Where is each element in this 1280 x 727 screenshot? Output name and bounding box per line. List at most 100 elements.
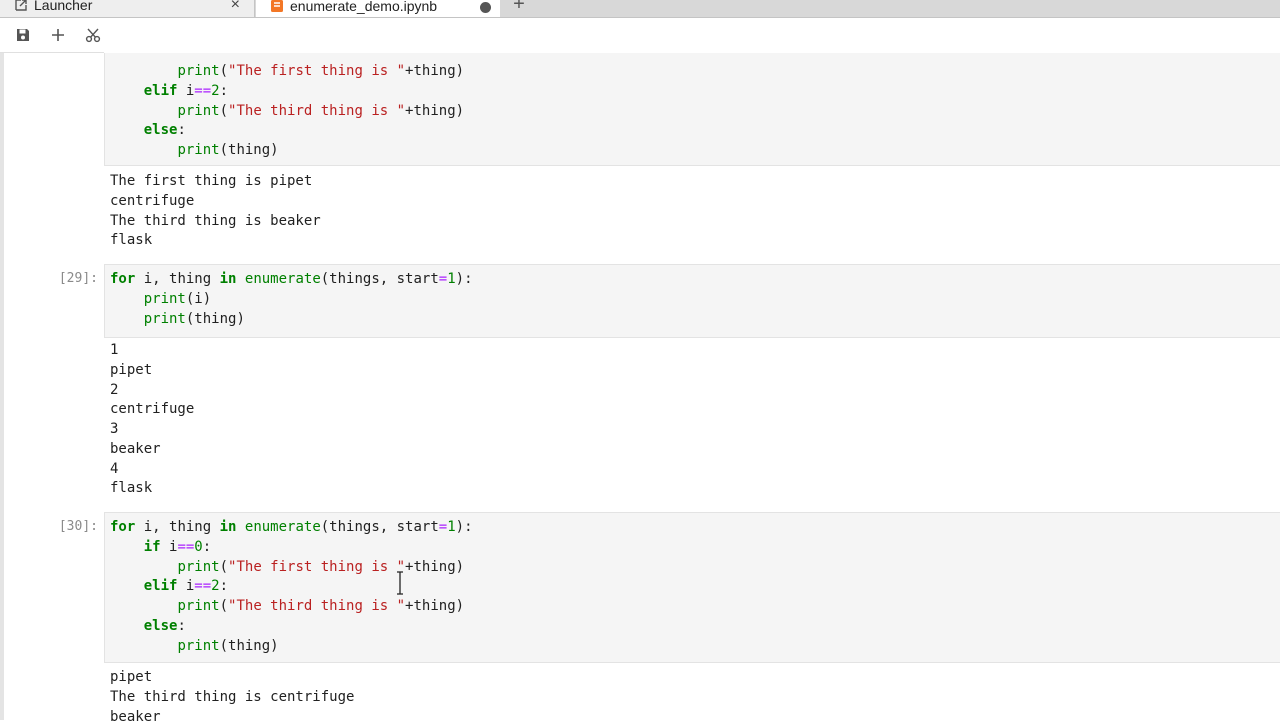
code-token (110, 291, 144, 307)
cut-icon[interactable] (80, 18, 106, 52)
code-token: print (177, 63, 219, 79)
code-line: elif i==2: (110, 82, 464, 102)
tab-notebook[interactable]: enumerate_demo.ipynb (256, 0, 500, 17)
output-line: beaker (110, 708, 354, 727)
code-token: ( (220, 103, 228, 119)
cell-output: 1pipet2centrifuge3beaker4flask (110, 341, 194, 499)
code-line: for i, thing in enumerate(things, start=… (110, 518, 473, 538)
code-editor[interactable]: print("The first thing is "+thing) elif … (110, 62, 464, 161)
code-token: "The third thing is " (228, 103, 405, 119)
output-line: flask (110, 231, 321, 251)
code-line: else: (110, 617, 473, 637)
code-token: "The third thing is " (228, 598, 405, 614)
output-line: 3 (110, 420, 194, 440)
code-token: : (177, 122, 185, 138)
code-token: = (439, 271, 447, 287)
code-token (110, 103, 177, 119)
code-token: enumerate (245, 271, 321, 287)
code-line: print(i) (110, 290, 473, 310)
code-token: +thing) (405, 103, 464, 119)
output-line: pipet (110, 668, 354, 688)
code-token: : (203, 539, 211, 555)
output-line: centrifuge (110, 192, 321, 212)
code-token: elif (144, 83, 178, 99)
code-token (110, 559, 177, 575)
code-token: : (220, 578, 228, 594)
output-line: 2 (110, 381, 194, 401)
code-token: (things, start (321, 519, 439, 535)
code-token: print (177, 598, 219, 614)
code-token: 1 (447, 271, 455, 287)
code-token: ): (456, 271, 473, 287)
code-token: print (177, 142, 219, 158)
code-line: print(thing) (110, 637, 473, 657)
code-token: +thing) (405, 598, 464, 614)
code-token: 0 (194, 539, 202, 555)
tab-launcher[interactable]: Launcher × (0, 0, 255, 17)
code-token: i (177, 83, 194, 99)
code-token: "The first thing is " (228, 559, 405, 575)
code-token (110, 142, 177, 158)
code-token: +thing) (405, 559, 464, 575)
output-line: centrifuge (110, 400, 194, 420)
code-token: else (144, 122, 178, 138)
code-editor[interactable]: for i, thing in enumerate(things, start=… (110, 270, 473, 329)
output-line: pipet (110, 361, 194, 381)
code-token: (thing) (220, 142, 279, 158)
code-token: print (144, 291, 186, 307)
code-line: print(thing) (110, 310, 473, 330)
code-token: ( (220, 63, 228, 79)
add-cell-icon[interactable] (45, 18, 71, 52)
code-token: if (144, 539, 161, 555)
code-token (110, 311, 144, 327)
code-token: ( (220, 559, 228, 575)
output-line: flask (110, 479, 194, 499)
code-token (110, 539, 144, 555)
save-icon[interactable] (10, 18, 36, 52)
code-token: else (144, 618, 178, 634)
code-token (110, 63, 177, 79)
cell-output: The first thing is pipetcentrifugeThe th… (110, 172, 321, 251)
code-token: (thing) (186, 311, 245, 327)
code-token: in (220, 271, 237, 287)
code-line: print(thing) (110, 141, 464, 161)
output-line: beaker (110, 440, 194, 460)
code-token (110, 598, 177, 614)
output-line: 4 (110, 460, 194, 480)
code-token (110, 618, 144, 634)
code-token (236, 519, 244, 535)
code-token: i (177, 578, 194, 594)
output-line: The third thing is centrifuge (110, 688, 354, 708)
close-icon[interactable]: × (231, 0, 240, 14)
code-token: "The first thing is " (228, 63, 405, 79)
unsaved-dot-icon[interactable] (480, 2, 491, 13)
tab-notebook-label: enumerate_demo.ipynb (290, 0, 437, 14)
code-line: print("The third thing is "+thing) (110, 597, 473, 617)
code-token: in (220, 519, 237, 535)
code-token: i, thing (135, 519, 219, 535)
code-line: else: (110, 121, 464, 141)
code-token: (thing) (220, 638, 279, 654)
add-tab-button[interactable]: + (511, 0, 527, 16)
code-token: elif (144, 578, 178, 594)
code-editor[interactable]: for i, thing in enumerate(things, start=… (110, 518, 473, 656)
code-token: == (194, 83, 211, 99)
code-line: print("The first thing is "+thing) (110, 558, 473, 578)
code-token (110, 122, 144, 138)
code-token: print (177, 103, 219, 119)
code-token: enumerate (245, 519, 321, 535)
code-token: 2 (211, 83, 219, 99)
code-token: : (220, 83, 228, 99)
cell-prompt: [30]: (26, 519, 98, 534)
code-token: for (110, 271, 135, 287)
code-token: +thing) (405, 63, 464, 79)
code-token: ): (456, 519, 473, 535)
code-token: print (177, 559, 219, 575)
code-token: == (177, 539, 194, 555)
code-token: print (144, 311, 186, 327)
code-token: 2 (211, 578, 219, 594)
output-line: The third thing is beaker (110, 212, 321, 232)
code-token: == (194, 578, 211, 594)
code-line: if i==0: (110, 538, 473, 558)
code-line: print("The first thing is "+thing) (110, 62, 464, 82)
